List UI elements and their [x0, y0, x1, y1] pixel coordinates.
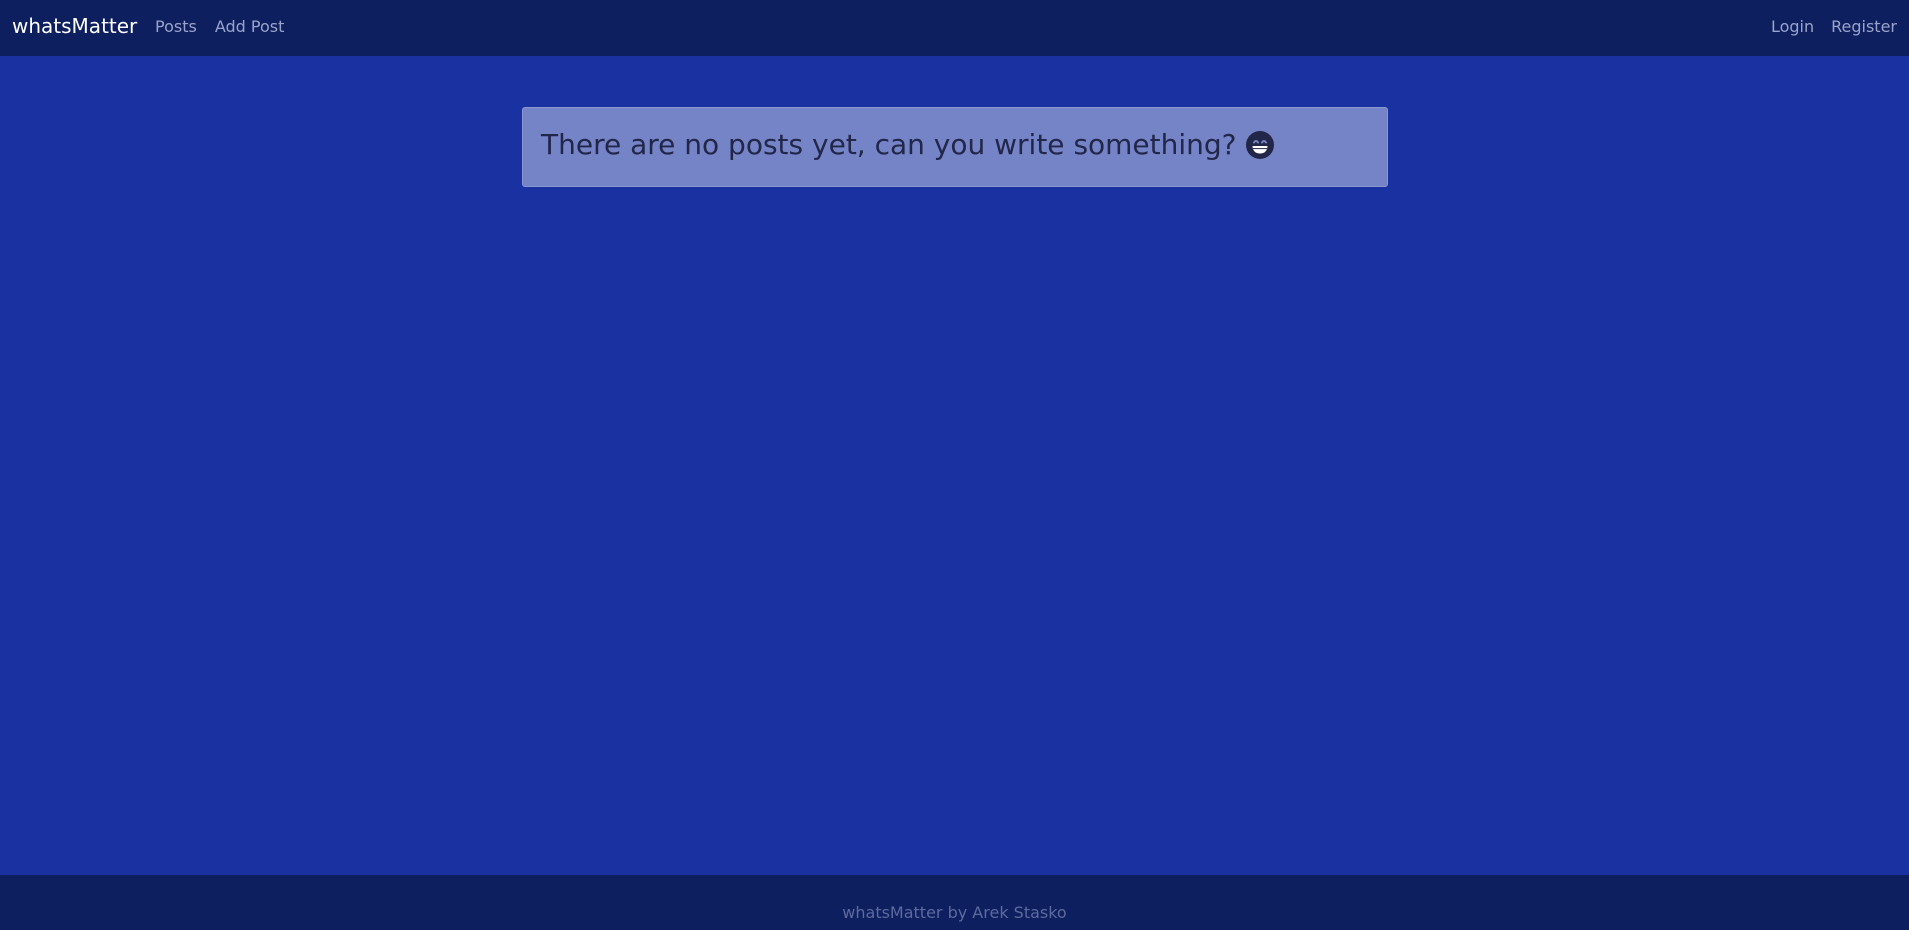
alert-content: There are no posts yet, can you write so… [541, 128, 1369, 161]
grinning-face-icon [1245, 130, 1275, 160]
top-navbar: whatsMatter Posts Add Post Login Registe… [0, 0, 1909, 56]
nav-link-login[interactable]: Login [1771, 17, 1814, 36]
empty-posts-message: There are no posts yet, can you write so… [541, 128, 1237, 161]
page-footer: whatsMatter by Arek Stasko [0, 875, 1909, 930]
nav-link-add-post[interactable]: Add Post [215, 17, 285, 36]
empty-posts-alert: There are no posts yet, can you write so… [522, 107, 1388, 187]
brand-link[interactable]: whatsMatter [12, 14, 137, 38]
nav-left-links: Posts Add Post [155, 17, 284, 36]
nav-link-register[interactable]: Register [1831, 17, 1897, 36]
nav-right-links: Login Register [1771, 17, 1897, 36]
footer-credit: whatsMatter by Arek Stasko [842, 903, 1067, 922]
nav-link-posts[interactable]: Posts [155, 17, 197, 36]
